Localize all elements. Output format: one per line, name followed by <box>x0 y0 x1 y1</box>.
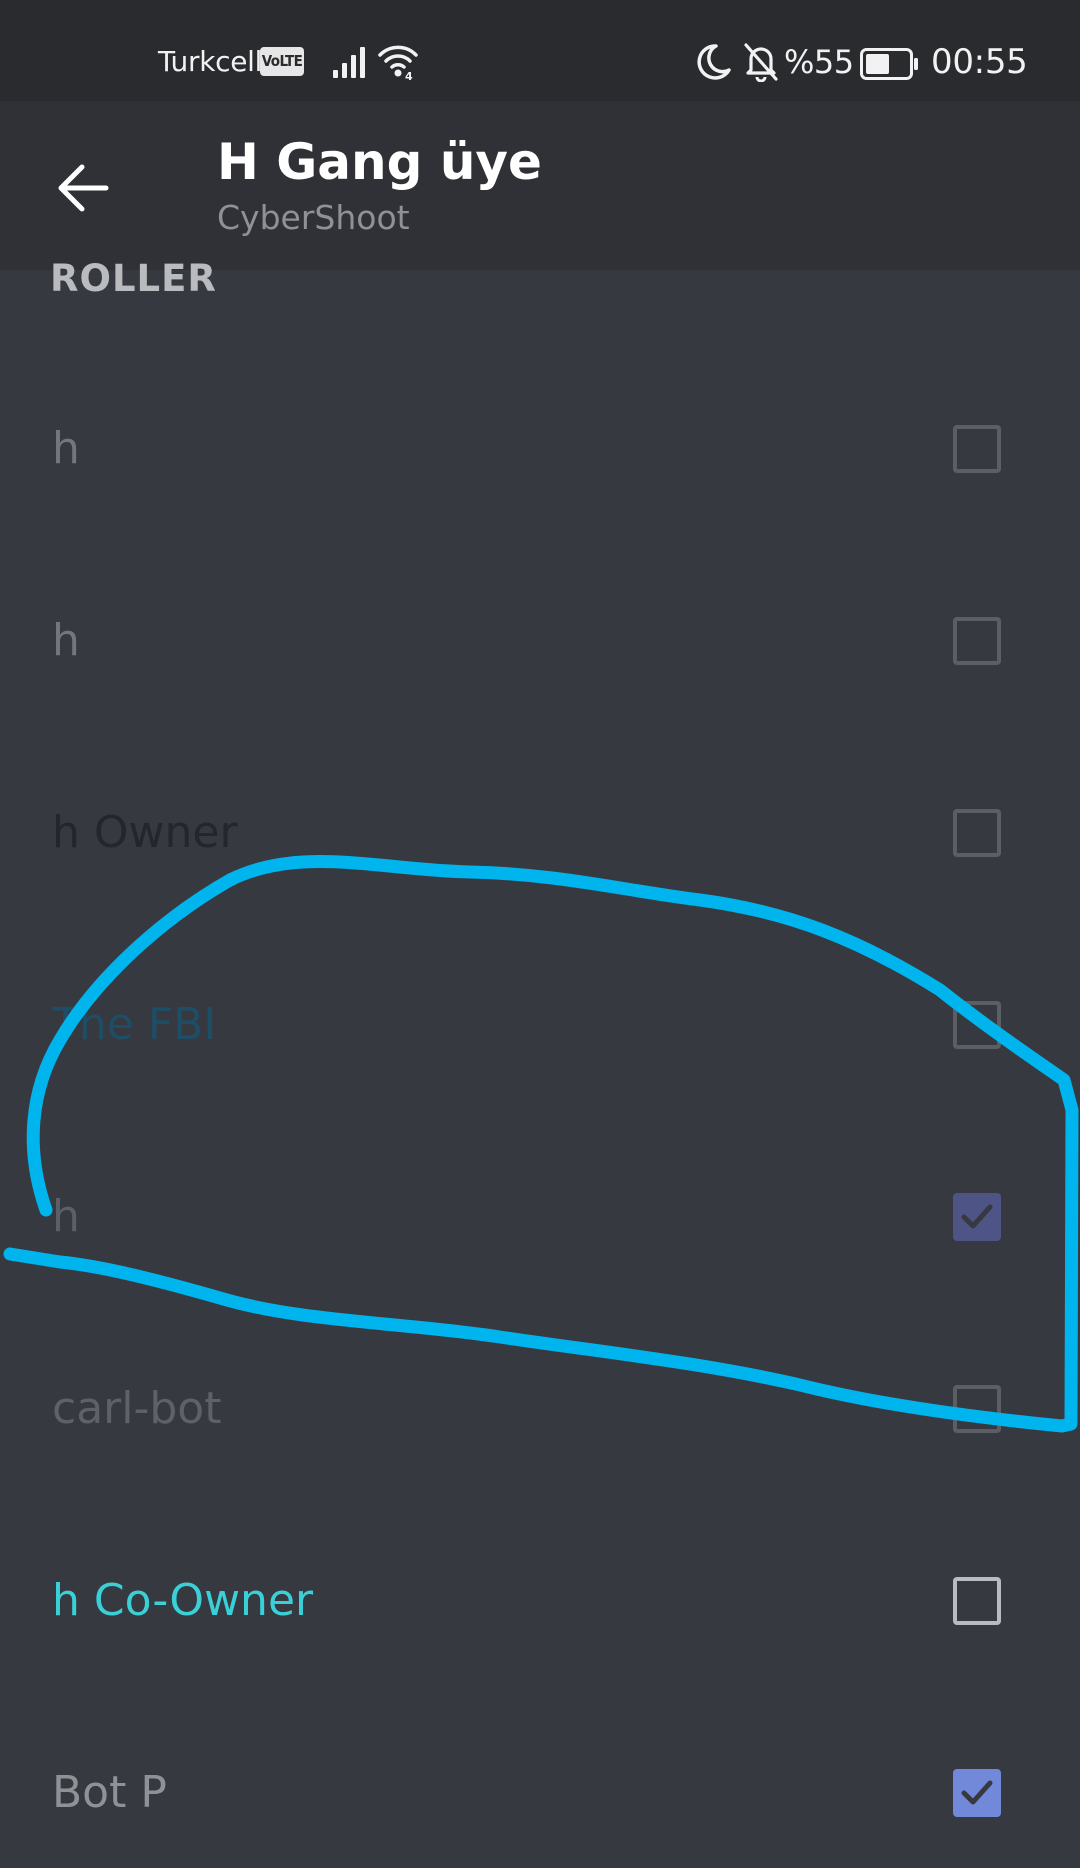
check-icon <box>961 1780 993 1805</box>
role-name: h Co-Owner <box>52 1575 314 1626</box>
role-row[interactable]: h Co-Owner <box>0 1526 1080 1676</box>
role-checkbox[interactable] <box>953 1385 1001 1433</box>
role-name: h Owner <box>52 807 238 858</box>
role-name: The FBI <box>52 999 217 1050</box>
role-checkbox[interactable] <box>953 1577 1001 1625</box>
role-checkbox[interactable] <box>953 1193 1001 1241</box>
check-icon <box>961 1204 993 1229</box>
role-row[interactable]: carl-bot <box>0 1334 1080 1484</box>
role-checkbox[interactable] <box>953 617 1001 665</box>
role-name: h <box>52 423 80 474</box>
role-checkbox[interactable] <box>953 809 1001 857</box>
role-checkbox[interactable] <box>953 1001 1001 1049</box>
role-row[interactable]: h <box>0 1142 1080 1292</box>
role-list: h h h Owner The FBI h carl-bot h Co-Owne… <box>0 0 1080 1818</box>
role-name: carl-bot <box>52 1383 222 1434</box>
role-row[interactable]: h <box>0 566 1080 716</box>
role-checkbox[interactable] <box>953 425 1001 473</box>
role-row[interactable]: Bot P <box>0 1718 1080 1868</box>
role-row[interactable]: h <box>0 374 1080 524</box>
role-row[interactable]: h Owner <box>0 758 1080 908</box>
role-row[interactable]: The FBI <box>0 950 1080 1100</box>
role-name: h <box>52 615 80 666</box>
role-name: Bot P <box>52 1767 167 1818</box>
role-checkbox[interactable] <box>953 1769 1001 1817</box>
role-name: h <box>52 1191 80 1242</box>
